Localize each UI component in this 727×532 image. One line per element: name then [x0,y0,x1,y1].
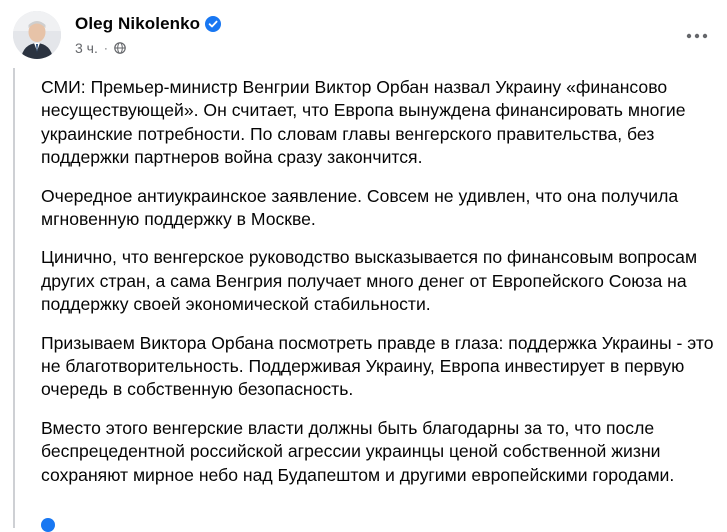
author-name[interactable]: Oleg Nikolenko [75,14,200,34]
more-options-button[interactable] [681,22,713,50]
author-avatar[interactable] [13,11,61,59]
post-paragraph: СМИ: Премьер-министр Венгрии Виктор Орба… [41,77,686,168]
verified-badge-icon [205,16,222,32]
post-paragraph: Очередное антиукраинское заявление. Совс… [41,185,679,230]
post-header: Oleg Nikolenko 3 ч. · [13,10,713,62]
meta-separator: · [103,41,108,55]
partial-footer-row [41,518,55,532]
post-paragraph: Цинично, что венгерское руководство выск… [41,247,698,315]
globe-icon[interactable] [114,42,126,54]
like-reaction-icon[interactable] [41,518,55,532]
author-line: Oleg Nikolenko [75,14,222,34]
avatar-photo [13,11,61,59]
post-paragraph: Призываем Виктора Орбана посмотреть прав… [41,332,714,400]
post-meta: 3 ч. · [75,40,126,56]
post-left-rail [13,68,15,528]
post-paragraph: Вместо этого венгерские власти должны бы… [41,417,675,485]
post-timestamp[interactable]: 3 ч. [75,40,98,56]
more-options-icon [686,33,708,39]
post-text: СМИ: Премьер-министр Венгрии Виктор Орба… [41,76,721,502]
